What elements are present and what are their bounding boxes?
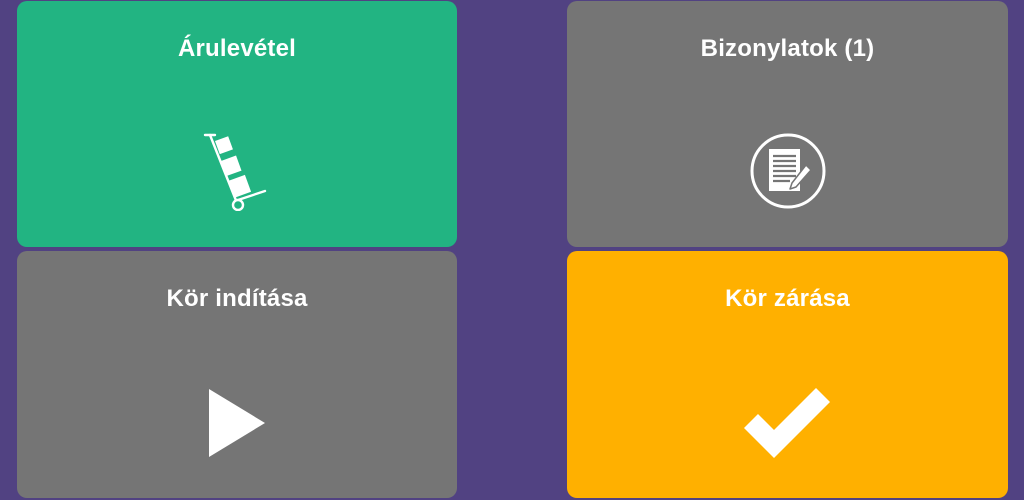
document-edit-icon (748, 131, 828, 216)
close-round-label: Kör zárása (725, 285, 850, 312)
main-menu-screen: Árulevétel Bizonylatok (1) Kör indítása … (0, 0, 1024, 500)
goods-receipt-label: Árulevétel (177, 35, 297, 62)
goods-receipt-tile[interactable]: Árulevétel (17, 1, 457, 247)
start-round-tile[interactable]: Kör indítása (17, 251, 457, 498)
documents-label: Bizonylatok (1) (700, 35, 875, 62)
close-round-tile[interactable]: Kör zárása (567, 251, 1008, 498)
play-icon (205, 385, 269, 466)
checkmark-icon (740, 384, 836, 465)
start-round-label: Kör indítása (166, 285, 308, 312)
documents-tile[interactable]: Bizonylatok (1) (567, 1, 1008, 247)
hand-truck-icon (197, 131, 277, 216)
